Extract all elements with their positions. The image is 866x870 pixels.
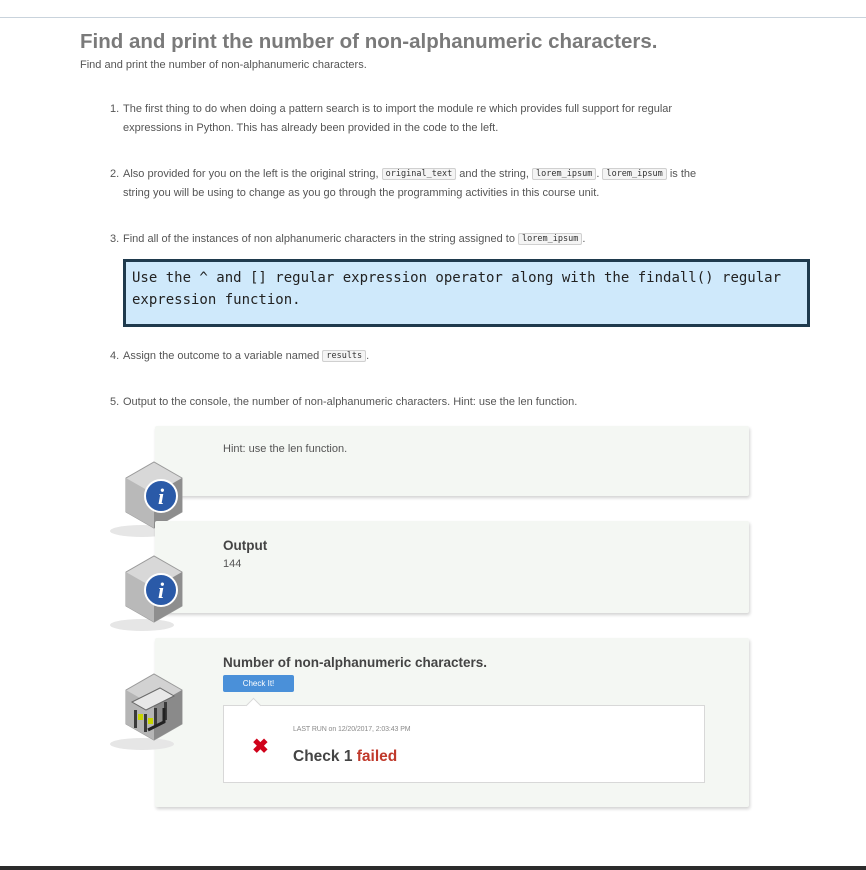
inline-code: results: [322, 350, 367, 362]
check-result: LAST RUN on 12/20/2017, 2:03:43 PM ✖ Che…: [223, 697, 705, 783]
hint-panel: Hint: use the len function.: [155, 426, 749, 496]
instruction-callout: Use the ^ and [] regular expression oper…: [123, 259, 810, 327]
page-title: Find and print the number of non-alphanu…: [80, 30, 658, 53]
step-text: Assign the outcome to a variable named r…: [110, 347, 770, 366]
step-2: 2. Also provided for you on the left is …: [110, 165, 770, 203]
step-number: 2.: [110, 168, 120, 180]
step-text-part: Also provided for you on the left is the…: [123, 168, 379, 180]
last-run-timestamp: LAST RUN on 12/20/2017, 2:03:43 PM: [293, 726, 411, 733]
output-heading: Output: [223, 538, 268, 553]
step-5: 5. Output to the console, the number of …: [110, 393, 770, 412]
bottom-bar: [0, 866, 866, 870]
test-bench-icon: [110, 673, 183, 750]
step-text-part: and the string,: [459, 168, 529, 180]
output-panel: Output 144: [155, 521, 749, 613]
step-3: 3. Find all of the instances of non alph…: [110, 230, 770, 249]
step-text-line: The first thing to do when doing a patte…: [123, 103, 673, 115]
step-text-line: string you will be using to change as yo…: [123, 187, 600, 199]
inline-code: original_text: [381, 168, 457, 180]
svg-text:i: i: [158, 578, 165, 603]
callout-line: expression function.: [132, 292, 301, 308]
inline-code: lorem_ipsum: [532, 168, 597, 180]
step-text-part: .: [596, 168, 600, 180]
step-text-part: is the: [669, 168, 697, 180]
check-name: Check 1: [293, 748, 353, 765]
check-panel: Number of non-alphanumeric characters. C…: [155, 638, 749, 807]
step-text-part: Output to the console, the number of non…: [123, 396, 578, 408]
result-caret: [245, 697, 262, 714]
step-text: Also provided for you on the left is the…: [110, 165, 770, 203]
check-it-button[interactable]: Check It!: [223, 675, 294, 692]
top-divider: [0, 17, 866, 18]
svg-text:i: i: [158, 484, 165, 509]
callout-line: Use the ^ and [] regular expression oper…: [132, 270, 782, 286]
inline-code: lorem_ipsum: [518, 233, 583, 245]
step-text-part: .: [582, 233, 586, 245]
step-number: 5.: [110, 396, 120, 408]
hint-text: Hint: use the len function.: [223, 443, 348, 455]
step-text-part: .: [366, 350, 370, 362]
step-text: The first thing to do when doing a patte…: [110, 100, 770, 138]
output-value: 144: [223, 558, 242, 570]
check-failed-label: failed: [356, 748, 398, 765]
step-text-part: Find all of the instances of non alphanu…: [123, 233, 515, 245]
step-1: 1. The first thing to do when doing a pa…: [110, 100, 770, 138]
step-text-line: expressions in Python. This has already …: [123, 122, 499, 134]
check-heading: Number of non-alphanumeric characters.: [223, 655, 488, 670]
step-4: 4. Assign the outcome to a variable name…: [110, 347, 770, 366]
step-text: Output to the console, the number of non…: [110, 393, 770, 412]
step-number: 1.: [110, 103, 120, 115]
page-subtitle: Find and print the number of non-alphanu…: [80, 59, 367, 71]
step-text-part: Assign the outcome to a variable named: [123, 350, 320, 362]
check-status: Check 1 failed: [293, 748, 397, 766]
step-number: 3.: [110, 233, 120, 245]
close-x-icon: ✖: [252, 736, 269, 758]
step-number: 4.: [110, 350, 120, 362]
inline-code: lorem_ipsum: [602, 168, 667, 180]
info-icon: i: [110, 555, 183, 631]
step-text: Find all of the instances of non alphanu…: [110, 230, 770, 249]
